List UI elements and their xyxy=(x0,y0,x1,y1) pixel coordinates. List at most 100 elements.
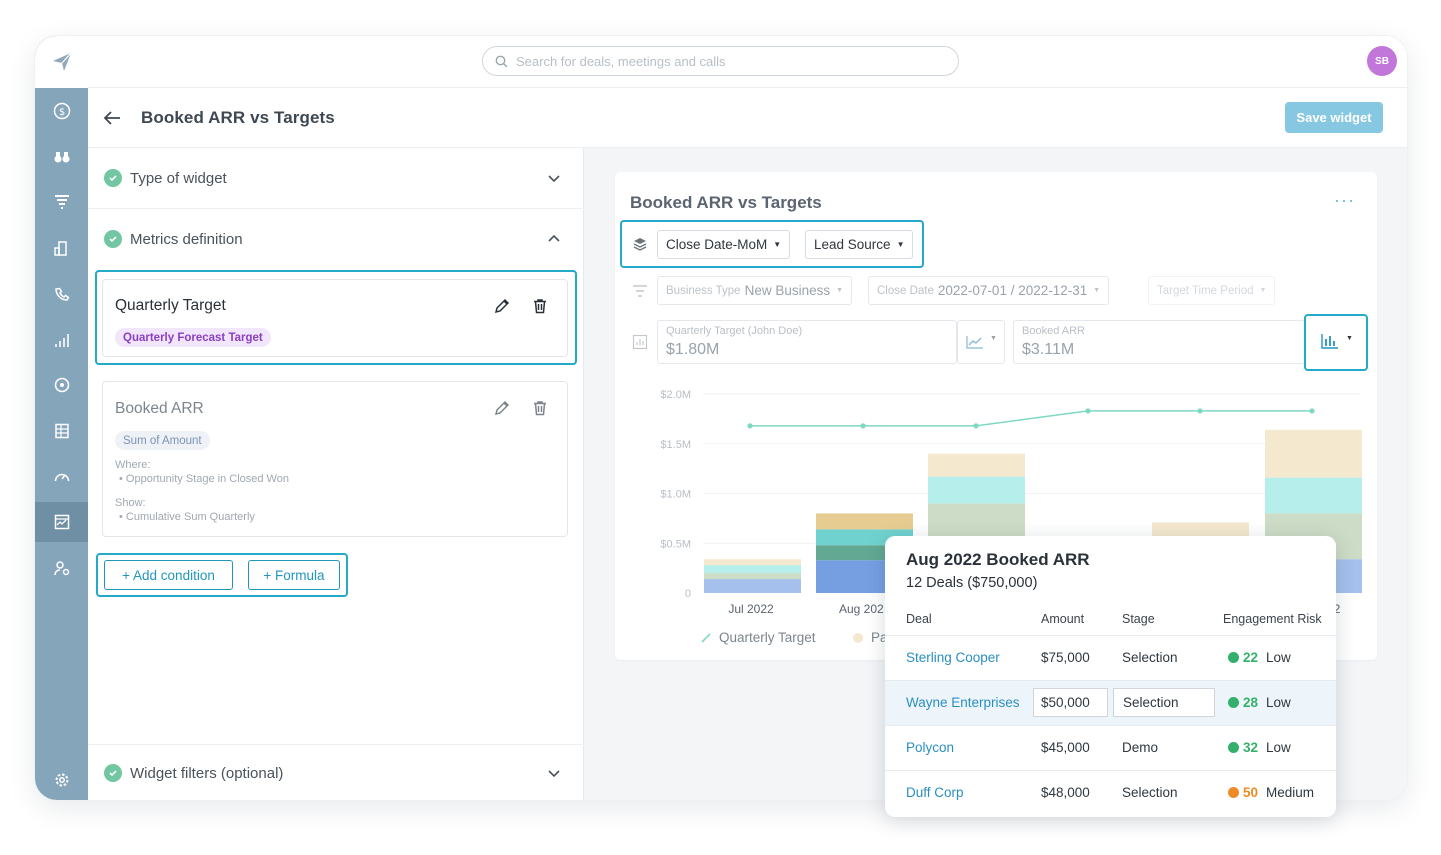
nav-reports[interactable] xyxy=(35,411,88,451)
deal-link[interactable]: Wayne Enterprises xyxy=(906,695,1020,710)
layers-icon xyxy=(633,238,647,251)
metric-label: Quarterly Target (John Doe) xyxy=(666,325,803,337)
risk-score: 50 xyxy=(1243,785,1259,800)
nav-forecast[interactable] xyxy=(35,365,88,405)
avatar[interactable]: SB xyxy=(1367,46,1397,76)
filter-label: Business Type xyxy=(666,284,741,297)
filter-label: Target Time Period xyxy=(1157,284,1254,297)
save-widget-button[interactable]: Save widget xyxy=(1285,102,1383,133)
caret-down-icon: ▼ xyxy=(1093,287,1101,294)
bar-chart-icon xyxy=(1321,334,1338,349)
chart-box-icon xyxy=(632,334,648,350)
filter-label: Close Date xyxy=(877,284,934,297)
deal-link[interactable]: Sterling Cooper xyxy=(906,650,1000,665)
chevron-down-icon[interactable] xyxy=(546,170,562,186)
table-row[interactable]: Polycon $45,000 Demo 32 Low xyxy=(885,725,1336,770)
deals-popup: Aug 2022 Booked ARR 12 Deals ($750,000) … xyxy=(885,536,1336,817)
dropdown-label: Close Date-MoM xyxy=(666,237,768,252)
nav-team[interactable] xyxy=(35,548,88,588)
y-tick-label: $2.0M xyxy=(660,389,691,401)
bar-chart-type-dropdown[interactable]: ▼ xyxy=(1313,320,1361,364)
trash-icon[interactable] xyxy=(531,399,549,417)
pencil-icon[interactable] xyxy=(493,399,511,417)
col-header-amount: Amount xyxy=(1041,612,1085,626)
chevron-up-icon[interactable] xyxy=(546,231,562,247)
risk-dot-icon xyxy=(1228,787,1239,798)
show-value: • Cumulative Sum Quarterly xyxy=(119,511,255,523)
target-point xyxy=(1197,408,1203,414)
x-tick-label: Aug 202 xyxy=(839,602,884,616)
filter-close-date[interactable]: Close Date 2022-07-01 / 2022-12-31 ▼ xyxy=(868,276,1110,305)
dropdown-label: Lead Source xyxy=(814,237,891,252)
bar-segment xyxy=(928,476,1025,504)
filter-business-type[interactable]: Business Type New Business ▼ xyxy=(657,276,853,305)
section-label: Widget filters (optional) xyxy=(130,765,284,782)
add-condition-button[interactable]: + Add condition xyxy=(104,560,233,590)
col-header-risk: Engagement Risk xyxy=(1223,612,1322,626)
filter-target-period[interactable]: Target Time Period ▼ xyxy=(1148,276,1276,305)
cycle-icon xyxy=(54,377,69,393)
deal-link[interactable]: Polycon xyxy=(906,740,954,755)
nav-revenue[interactable]: $ xyxy=(35,91,88,131)
table-row[interactable]: Sterling Cooper $75,000 Selection 22 Low xyxy=(885,635,1336,680)
filter-value: New Business xyxy=(744,283,831,298)
nav-performance[interactable] xyxy=(35,457,88,497)
formula-button[interactable]: + Formula xyxy=(248,560,340,590)
caret-down-icon: ▼ xyxy=(1346,335,1353,342)
group-by-date-dropdown[interactable]: Close Date-MoM ▼ xyxy=(657,230,791,259)
svg-text:$: $ xyxy=(58,107,64,118)
trash-icon[interactable] xyxy=(531,297,549,315)
paper-plane-icon xyxy=(52,52,71,71)
page-title: Booked ARR vs Targets xyxy=(141,108,335,127)
caret-down-icon: ▼ xyxy=(896,240,905,249)
y-tick-label: $1.0M xyxy=(660,489,691,501)
metric-card-quarterly-target[interactable]: Quarterly Target Quarterly Forecast Targ… xyxy=(102,279,568,357)
metric-title: Booked ARR xyxy=(115,400,204,417)
amount-input[interactable]: $50,000 xyxy=(1033,688,1108,717)
bar-segment xyxy=(816,513,913,530)
table-row[interactable]: Duff Corp $48,000 Selection 50 Medium xyxy=(885,770,1336,815)
legend-dot xyxy=(853,633,863,643)
section-type-of-widget[interactable]: Type of widget xyxy=(88,148,584,209)
section-label: Metrics definition xyxy=(130,231,243,248)
metric-label: Booked ARR xyxy=(1022,325,1085,337)
metric-card-booked-arr[interactable]: Booked ARR Sum of Amount Where: • Opport… xyxy=(102,381,568,537)
col-header-stage: Stage xyxy=(1122,612,1155,626)
line-chart-type-dropdown[interactable]: ▼ xyxy=(957,320,1005,364)
deal-link[interactable]: Duff Corp xyxy=(906,785,964,800)
nav-pipeline[interactable] xyxy=(35,182,88,222)
section-widget-filters[interactable]: Widget filters (optional) xyxy=(88,744,584,800)
nav-calls[interactable] xyxy=(35,274,88,314)
gear-icon xyxy=(55,773,68,787)
metric-booked-arr[interactable]: Booked ARR $3.11M xyxy=(1013,320,1305,364)
pencil-icon[interactable] xyxy=(493,297,511,315)
caret-down-icon: ▼ xyxy=(836,287,844,294)
back-arrow-icon[interactable] xyxy=(100,106,124,130)
bar-segment xyxy=(928,453,1025,477)
nav-insights[interactable] xyxy=(35,137,88,177)
section-label: Type of widget xyxy=(130,170,227,187)
bar-segment xyxy=(704,565,801,574)
nav-dashboards[interactable] xyxy=(35,502,88,542)
target-point xyxy=(973,423,979,429)
section-metrics-definition[interactable]: Metrics definition xyxy=(88,209,584,270)
risk-badge: 50 Medium xyxy=(1228,785,1314,800)
table-row[interactable]: Wayne Enterprises $50,000 Selection 28 Lo… xyxy=(885,680,1336,725)
metric-quarterly-target[interactable]: Quarterly Target (John Doe) $1.80M xyxy=(657,320,957,364)
nav-settings[interactable] xyxy=(35,760,88,800)
chevron-down-icon[interactable] xyxy=(546,765,562,781)
group-by-source-dropdown[interactable]: Lead Source ▼ xyxy=(805,230,914,259)
binoculars-icon xyxy=(54,152,69,163)
legend-line-icon xyxy=(701,633,711,643)
target-point xyxy=(747,423,753,429)
deal-amount: $48,000 xyxy=(1041,785,1090,800)
nav-accounts[interactable] xyxy=(35,228,88,268)
risk-dot-icon xyxy=(1228,697,1239,708)
app-logo[interactable] xyxy=(35,36,88,88)
dashboard-icon xyxy=(54,514,69,530)
more-options-icon[interactable]: ··· xyxy=(1334,190,1355,211)
target-point xyxy=(1085,408,1091,414)
nav-analytics[interactable] xyxy=(35,320,88,360)
stage-input[interactable]: Selection xyxy=(1113,688,1215,717)
search-input[interactable]: Search for deals, meetings and calls xyxy=(482,46,959,76)
